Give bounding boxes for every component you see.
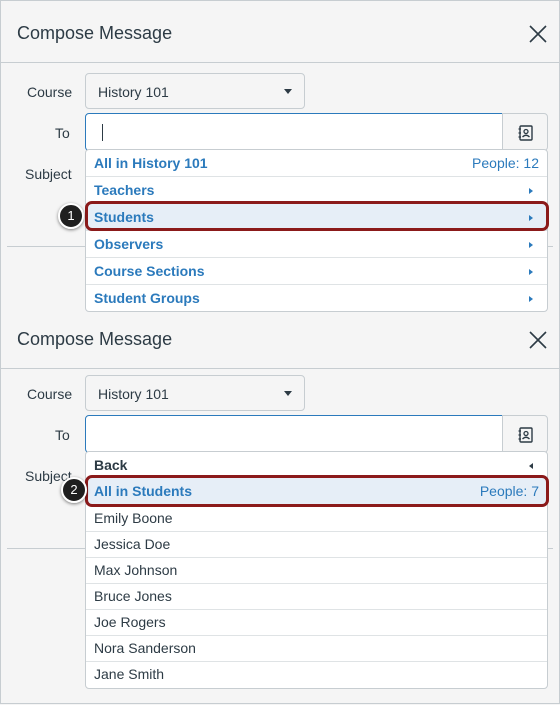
- menu-item-observers[interactable]: Observers: [86, 231, 547, 258]
- to-input[interactable]: [85, 415, 503, 453]
- recipient-dropdown: All in History 101 People: 12 Teachers S…: [85, 149, 548, 312]
- to-label: To: [55, 427, 70, 443]
- menu-item-label: Students: [94, 209, 154, 225]
- menu-item-person[interactable]: Emily Boone: [86, 505, 547, 532]
- menu-item-label: Bruce Jones: [94, 588, 172, 604]
- menu-item-course-sections[interactable]: Course Sections: [86, 258, 547, 285]
- dialog-header: Compose Message: [1, 307, 559, 369]
- menu-item-back[interactable]: Back: [86, 452, 547, 479]
- menu-item-students[interactable]: Students: [86, 204, 547, 231]
- caret-right-icon: [529, 242, 533, 248]
- address-book-icon: [518, 125, 533, 141]
- menu-item-all-in-course[interactable]: All in History 101 People: 12: [86, 150, 547, 177]
- menu-item-label: All in History 101: [94, 155, 208, 171]
- menu-item-label: Course Sections: [94, 263, 205, 279]
- recipient-dropdown: Back All in Students People: 7 Emily Boo…: [85, 451, 548, 689]
- menu-item-label: Nora Sanderson: [94, 640, 196, 656]
- compose-message-panel-2: Compose Message Course History 101 To Su…: [1, 307, 559, 705]
- menu-item-label: Jessica Doe: [94, 536, 171, 552]
- people-count: People: 12: [472, 155, 539, 171]
- dialog-title: Compose Message: [17, 329, 173, 349]
- address-book-button[interactable]: [502, 415, 548, 453]
- step-callout: 2: [61, 477, 87, 503]
- to-label: To: [55, 125, 70, 141]
- menu-item-person[interactable]: Max Johnson: [86, 557, 547, 584]
- menu-item-label: Max Johnson: [94, 562, 178, 578]
- menu-item-label: Teachers: [94, 182, 155, 198]
- menu-item-label: Observers: [94, 236, 164, 252]
- course-select-value: History 101: [98, 386, 169, 402]
- menu-item-label: Jane Smith: [94, 666, 165, 682]
- menu-item-person[interactable]: Nora Sanderson: [86, 635, 547, 662]
- menu-item-label: Student Groups: [94, 290, 200, 306]
- address-book-icon: [518, 427, 533, 443]
- course-select[interactable]: History 101: [85, 73, 305, 109]
- course-label: Course: [27, 386, 73, 402]
- menu-item-label: Joe Rogers: [94, 614, 166, 630]
- step-callout: 1: [58, 203, 84, 229]
- caret-right-icon: [529, 269, 533, 275]
- subject-label: Subject: [25, 166, 72, 182]
- course-select-value: History 101: [98, 84, 169, 100]
- menu-item-person[interactable]: Joe Rogers: [86, 609, 547, 636]
- close-button[interactable]: [529, 25, 547, 43]
- dialog-header: Compose Message: [1, 1, 559, 63]
- course-label: Course: [27, 84, 73, 100]
- people-count: People: 7: [479, 483, 539, 499]
- menu-item-person[interactable]: Bruce Jones: [86, 583, 547, 610]
- menu-item-all-in-students[interactable]: All in Students People: 7: [86, 478, 547, 505]
- dialog-title: Compose Message: [17, 23, 173, 43]
- close-button[interactable]: [529, 331, 547, 349]
- screenshot-frame: Compose Message Course History 101 To Su…: [0, 0, 560, 704]
- chevron-down-icon: [284, 391, 292, 396]
- close-icon: [529, 331, 547, 349]
- caret-right-icon: [529, 296, 533, 302]
- compose-message-panel-1: Compose Message Course History 101 To Su…: [1, 1, 559, 312]
- caret-left-icon: [529, 463, 533, 469]
- menu-item-label: Back: [94, 457, 128, 473]
- course-select[interactable]: History 101: [85, 375, 305, 411]
- menu-item-teachers[interactable]: Teachers: [86, 177, 547, 204]
- address-book-button[interactable]: [502, 113, 548, 151]
- menu-item-person[interactable]: Jessica Doe: [86, 531, 547, 558]
- caret-right-icon: [529, 188, 533, 194]
- chevron-down-icon: [284, 89, 292, 94]
- close-icon: [529, 25, 547, 43]
- menu-item-label: Emily Boone: [94, 510, 173, 526]
- text-cursor: [102, 124, 103, 141]
- menu-item-person[interactable]: Jane Smith: [86, 661, 547, 688]
- caret-right-icon: [529, 215, 533, 221]
- to-input[interactable]: [85, 113, 503, 151]
- menu-item-label: All in Students: [94, 483, 192, 499]
